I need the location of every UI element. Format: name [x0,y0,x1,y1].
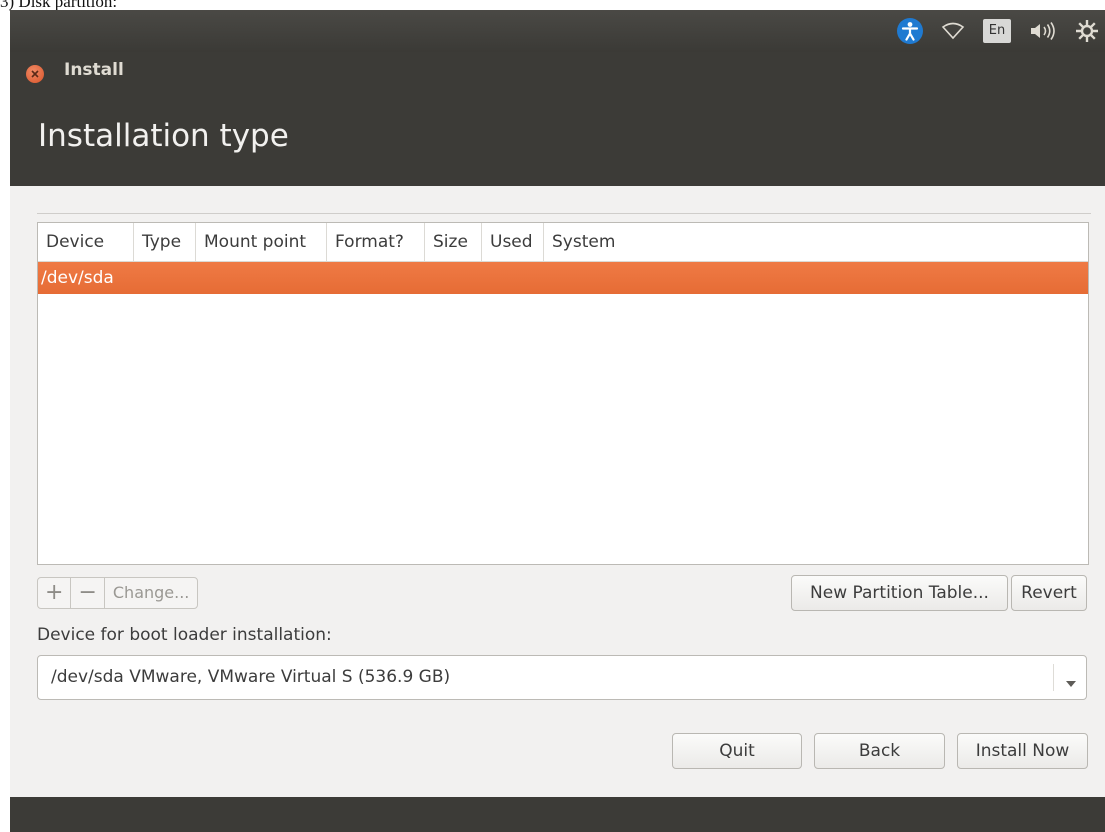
bootloader-selected-value: /dev/sda VMware, VMware Virtual S (536.9… [51,667,451,687]
partition-action-group: + − Change... [37,577,199,609]
network-icon[interactable] [941,22,965,40]
page-title: Installation type [38,118,289,154]
column-header-size[interactable]: Size [425,223,482,261]
top-panel: En [10,10,1105,52]
bottom-bar [10,797,1105,832]
combo-divider [1053,664,1054,691]
quit-button[interactable]: Quit [672,733,802,769]
add-partition-button[interactable]: + [38,578,72,608]
new-partition-table-button[interactable]: New Partition Table... [791,575,1008,611]
window-header: Install Installation type [10,52,1105,186]
main-content: Device Type Mount point Format? Size Use… [10,186,1105,797]
window-title: Install [64,60,124,80]
partition-table[interactable]: Device Type Mount point Format? Size Use… [37,222,1089,565]
back-button[interactable]: Back [814,733,945,769]
volume-icon[interactable] [1029,21,1057,41]
table-header: Device Type Mount point Format? Size Use… [38,223,1088,262]
divider [37,213,1091,214]
column-header-system[interactable]: System [544,223,1088,261]
remove-partition-button[interactable]: − [71,578,105,608]
dropdown-arrow-icon[interactable] [1066,673,1076,692]
system-tray: En [897,10,1105,52]
bootloader-label: Device for boot loader installation: [37,625,332,645]
settings-gear-icon[interactable] [1075,19,1099,43]
column-header-device[interactable]: Device [38,223,134,261]
row-device: /dev/sda [41,268,114,288]
install-now-button[interactable]: Install Now [957,733,1088,769]
table-row[interactable]: /dev/sda [38,262,1088,294]
document-caption: 3) Disk partition: [0,0,118,11]
column-header-mount-point[interactable]: Mount point [196,223,327,261]
accessibility-icon[interactable] [897,18,923,44]
change-partition-button[interactable]: Change... [105,578,198,608]
keyboard-language-icon[interactable]: En [983,19,1011,43]
column-header-format[interactable]: Format? [327,223,425,261]
close-icon[interactable] [26,65,44,83]
column-header-used[interactable]: Used [482,223,544,261]
revert-button[interactable]: Revert [1011,575,1087,611]
column-header-type[interactable]: Type [134,223,196,261]
bootloader-device-select[interactable]: /dev/sda VMware, VMware Virtual S (536.9… [37,655,1087,700]
